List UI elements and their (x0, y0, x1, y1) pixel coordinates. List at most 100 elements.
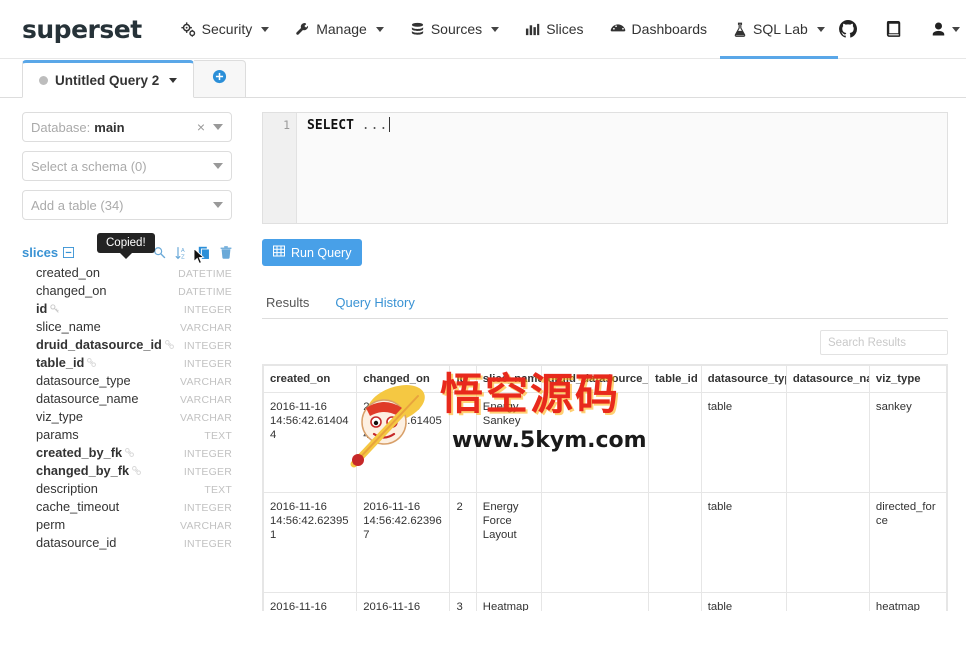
chevron-down-icon[interactable] (213, 163, 223, 169)
run-query-button[interactable]: Run Query (262, 239, 363, 266)
column-name: datasource_type (36, 373, 131, 388)
column-row[interactable]: slice_name VARCHAR (22, 318, 232, 336)
chevron-down-icon[interactable] (213, 202, 223, 208)
column-row[interactable]: druid_datasource_id INTEGER (22, 336, 232, 354)
column-type: INTEGER (183, 502, 232, 514)
editor-code-area[interactable]: SELECT ... (297, 113, 947, 223)
results-grid-wrap[interactable]: created_on changed_on id slice_name druid_da… (262, 364, 948, 611)
column-row[interactable]: table_id INTEGER (22, 354, 232, 372)
bar-chart-icon (525, 22, 540, 37)
add-query-tab-button[interactable] (194, 60, 247, 98)
search-icon[interactable] (153, 246, 166, 259)
search-results-wrap (262, 330, 948, 355)
nav-item-slices[interactable]: Slices (512, 0, 596, 58)
cell-table_id (648, 392, 702, 493)
nav-item-dashboards[interactable]: Dashboards (597, 0, 721, 58)
sql-lab-main: 1 SELECT ... Run Query Results Query His… (244, 98, 966, 653)
table-row[interactable]: 2016-11-16 14:56:42.623951 2016-11-16 14:… (263, 492, 947, 593)
nav-label-sources: Sources (430, 21, 483, 37)
column-header[interactable]: id (449, 365, 477, 393)
nav-items: Security Manage Sources Slices Dashboard… (168, 0, 838, 59)
nav-item-sql-lab[interactable]: SQL Lab (720, 0, 838, 59)
column-header[interactable]: datasource_name (785, 365, 870, 393)
column-type: DATETIME (178, 286, 232, 298)
column-row[interactable]: created_by_fk INTEGER (22, 444, 232, 462)
search-results-input[interactable] (820, 330, 948, 355)
column-header[interactable]: table_id (648, 365, 702, 393)
sql-editor[interactable]: 1 SELECT ... (262, 112, 948, 224)
clear-database-icon[interactable]: × (197, 119, 205, 135)
nav-label-security: Security (201, 21, 253, 37)
column-header[interactable]: created_on (263, 365, 358, 393)
column-row[interactable]: description TEXT (22, 480, 232, 498)
copied-tooltip: Copied! (97, 233, 155, 259)
table-row[interactable]: 2016-11-16 14:56:42.6333392016-11-16 14:… (263, 592, 947, 611)
column-name: datasource_id (36, 535, 117, 550)
column-row[interactable]: perm VARCHAR (22, 516, 232, 534)
cell-changed_on: 2016-11-16 14:56:42.633350 (356, 592, 451, 611)
cell-table_id (648, 592, 702, 611)
column-name: created_by_fk (36, 445, 123, 460)
column-type: VARCHAR (180, 322, 232, 334)
chevron-down-icon[interactable] (213, 124, 223, 130)
cell-slice_name: Energy Sankey (475, 392, 542, 493)
cell-created_on: 2016-11-16 14:56:42.623951 (263, 492, 358, 593)
table-row[interactable]: 2016-11-16 14:56:42.614044 2016-11-16 14:… (263, 392, 947, 493)
column-row[interactable]: cache_timeout INTEGER (22, 498, 232, 516)
table-select[interactable]: Add a table (34) (22, 190, 232, 220)
mouse-cursor-icon (193, 247, 206, 265)
nav-item-sources[interactable]: Sources (397, 0, 512, 58)
column-row[interactable]: changed_by_fk INTEGER (22, 462, 232, 480)
column-type: INTEGER (183, 448, 232, 460)
sort-az-icon[interactable]: AZ (175, 246, 189, 260)
cell-created_on: 2016-11-16 14:56:42.633339 (263, 592, 358, 611)
column-name: description (36, 481, 98, 496)
flask-icon (733, 22, 747, 37)
wrench-icon (295, 22, 310, 37)
column-header[interactable]: slice_name (475, 365, 542, 393)
column-type: INTEGER (183, 340, 232, 352)
column-row[interactable]: id INTEGER (22, 300, 232, 318)
chevron-down-icon (261, 26, 270, 32)
dashboard-icon (610, 22, 626, 37)
superset-logo[interactable]: superset (22, 17, 142, 42)
query-tab-untitled-query-2[interactable]: Untitled Query 2 (22, 60, 195, 98)
nav-item-manage[interactable]: Manage (282, 0, 397, 58)
cell-druid_datasource_id (540, 392, 650, 493)
tab-results[interactable]: Results (266, 295, 309, 318)
github-icon[interactable] (838, 19, 858, 39)
column-header[interactable]: viz_type (868, 365, 947, 393)
column-row[interactable]: datasource_type VARCHAR (22, 372, 232, 390)
column-row[interactable]: datasource_id INTEGER (22, 534, 232, 552)
book-icon[interactable] (884, 19, 904, 39)
tab-query-history[interactable]: Query History (335, 295, 414, 318)
table-action-icons: AZ (153, 246, 232, 264)
column-name: table_id (36, 355, 85, 370)
chevron-down-icon (816, 26, 825, 32)
table-name-label[interactable]: slices (22, 245, 58, 260)
schema-select[interactable]: Select a schema (0) (22, 151, 232, 181)
collapse-icon[interactable] (63, 247, 75, 258)
column-header[interactable]: datasource_type (700, 365, 787, 393)
column-row[interactable]: created_on DATETIME (22, 264, 232, 282)
cell-id: 2 (449, 492, 477, 593)
column-row[interactable]: changed_on DATETIME (22, 282, 232, 300)
database-select-value: main (94, 119, 125, 135)
column-type: TEXT (204, 430, 232, 442)
column-type: INTEGER (183, 358, 232, 370)
column-header[interactable]: druid_datasource_id (540, 365, 650, 393)
nav-item-security[interactable]: Security (168, 0, 283, 58)
nav-label-slices: Slices (546, 21, 584, 37)
user-icon[interactable] (930, 21, 960, 38)
column-row[interactable]: params TEXT (22, 426, 232, 444)
trash-icon[interactable] (220, 246, 232, 259)
editor-gutter: 1 (263, 113, 297, 223)
column-row[interactable]: viz_type VARCHAR (22, 408, 232, 426)
cell-slice_name: Energy Force Layout (475, 492, 542, 593)
column-header[interactable]: changed_on (356, 365, 451, 393)
database-select[interactable]: Database: main × (22, 112, 232, 142)
database-select-label: Database: (31, 119, 91, 135)
column-name: perm (36, 517, 66, 532)
column-row[interactable]: datasource_name VARCHAR (22, 390, 232, 408)
chevron-down-icon[interactable] (169, 77, 178, 83)
